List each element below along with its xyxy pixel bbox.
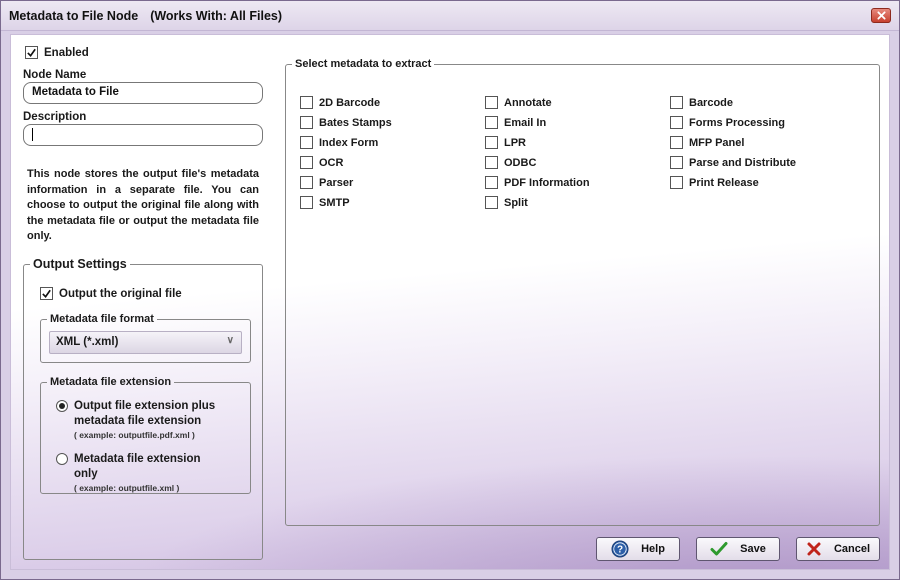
metadata-checkbox[interactable] [300,136,313,149]
dialog-window: Metadata to File Node (Works With: All Fi… [0,0,900,580]
extension-plus-option[interactable]: Output file extension plus metadata file… [56,399,224,440]
enabled-label: Enabled [44,46,89,59]
cancel-button[interactable]: Cancel [796,537,880,561]
metadata-checkbox[interactable] [485,196,498,209]
dialog-content: Enabled Node Name Metadata to File Descr… [10,34,890,570]
save-button-label: Save [740,543,766,555]
output-original-row[interactable]: Output the original file [40,287,182,300]
description-input[interactable] [23,124,263,146]
metadata-item-bates-stamps[interactable]: Bates Stamps [300,116,392,129]
svg-text:?: ? [617,545,623,556]
metadata-format-value: XML (*.xml) [56,336,119,348]
metadata-item-barcode[interactable]: Barcode [670,96,733,109]
node-description-text: This node stores the output file's metad… [27,168,259,242]
checkmark-icon [27,48,36,57]
metadata-item-label: 2D Barcode [319,96,381,109]
text-caret [32,128,33,141]
output-original-checkbox[interactable] [40,287,53,300]
metadata-item-annotate[interactable]: Annotate [485,96,552,109]
metadata-item-odbc[interactable]: ODBC [485,156,536,169]
metadata-item-2d-barcode[interactable]: 2D Barcode [300,96,380,109]
metadata-checkbox[interactable] [300,196,313,209]
metadata-item-forms-processing[interactable]: Forms Processing [670,116,785,129]
enabled-checkbox-row[interactable]: Enabled [25,46,89,59]
metadata-checkbox[interactable] [300,156,313,169]
metadata-item-label: Bates Stamps [319,116,392,129]
help-icon: ? [611,540,629,558]
metadata-item-index-form[interactable]: Index Form [300,136,378,149]
chevron-down-icon: ∨ [226,335,234,346]
metadata-item-split[interactable]: Split [485,196,528,209]
output-original-label: Output the original file [59,287,182,300]
extension-only-example: ( example: outputfile.xml ) [74,483,180,493]
extension-plus-radio[interactable] [56,400,68,412]
metadata-checkbox[interactable] [485,96,498,109]
node-name-input[interactable]: Metadata to File [23,82,263,104]
save-button[interactable]: Save [696,537,780,561]
metadata-checkbox[interactable] [670,156,683,169]
checkmark-icon [710,541,728,557]
metadata-extension-legend: Metadata file extension [50,376,172,388]
metadata-checkbox[interactable] [670,116,683,129]
metadata-checkbox[interactable] [485,176,498,189]
metadata-format-select[interactable]: XML (*.xml) ∨ [49,331,242,354]
x-icon [806,541,822,557]
metadata-item-label: Forms Processing [689,116,785,129]
title-bar[interactable]: Metadata to File Node (Works With: All Fi… [1,1,899,31]
extension-only-radio[interactable] [56,453,68,465]
window-title-text: Metadata to File Node [9,9,139,23]
metadata-checkbox[interactable] [300,116,313,129]
metadata-item-mfp-panel[interactable]: MFP Panel [670,136,744,149]
metadata-item-label: Barcode [689,96,734,109]
metadata-item-lpr[interactable]: LPR [485,136,526,149]
node-name-label: Node Name [23,69,87,81]
metadata-item-smtp[interactable]: SMTP [300,196,350,209]
works-with-text: (Works With: All Files) [150,9,283,23]
metadata-checkbox[interactable] [670,176,683,189]
metadata-item-label: ODBC [504,156,537,169]
metadata-item-ocr[interactable]: OCR [300,156,343,169]
output-settings-legend: Output Settings [33,257,127,271]
metadata-item-label: LPR [504,136,526,149]
window-title: Metadata to File Node (Works With: All Fi… [9,9,282,23]
metadata-format-legend: Metadata file format [50,313,154,325]
metadata-item-pdf-information[interactable]: PDF Information [485,176,590,189]
metadata-item-email-in[interactable]: Email In [485,116,546,129]
metadata-item-label: MFP Panel [689,136,745,149]
metadata-item-parser[interactable]: Parser [300,176,353,189]
metadata-checkbox[interactable] [300,96,313,109]
extension-only-label: Metadata file extension only [74,453,201,480]
metadata-checkbox[interactable] [485,116,498,129]
metadata-item-parse-and-distribute[interactable]: Parse and Distribute [670,156,796,169]
radio-selected-dot [59,403,65,409]
metadata-item-label: Index Form [319,136,379,149]
metadata-item-label: Split [504,196,528,209]
cancel-button-label: Cancel [833,543,871,555]
metadata-checkbox[interactable] [485,136,498,149]
enabled-checkbox[interactable] [25,46,38,59]
metadata-item-label: Parser [319,176,354,189]
metadata-item-label: Annotate [504,96,552,109]
metadata-item-label: Print Release [689,176,759,189]
help-button-label: Help [641,543,665,555]
metadata-checkbox[interactable] [670,96,683,109]
select-metadata-legend: Select metadata to extract [295,58,432,70]
metadata-checkbox[interactable] [300,176,313,189]
metadata-checkbox[interactable] [670,136,683,149]
metadata-checkbox[interactable] [485,156,498,169]
metadata-item-label: Parse and Distribute [689,156,796,169]
extension-only-option[interactable]: Metadata file extension only ( example: … [56,452,224,493]
help-button[interactable]: ? Help [596,537,680,561]
checkmark-icon [42,289,51,298]
description-label: Description [23,111,87,123]
metadata-item-label: PDF Information [504,176,590,189]
close-button[interactable] [871,8,891,23]
metadata-item-print-release[interactable]: Print Release [670,176,759,189]
metadata-item-label: OCR [319,156,344,169]
metadata-item-label: SMTP [319,196,350,209]
metadata-item-label: Email In [504,116,547,129]
extension-plus-example: ( example: outputfile.pdf.xml ) [74,430,195,440]
extension-plus-label: Output file extension plus metadata file… [74,400,216,427]
close-icon [876,11,886,20]
